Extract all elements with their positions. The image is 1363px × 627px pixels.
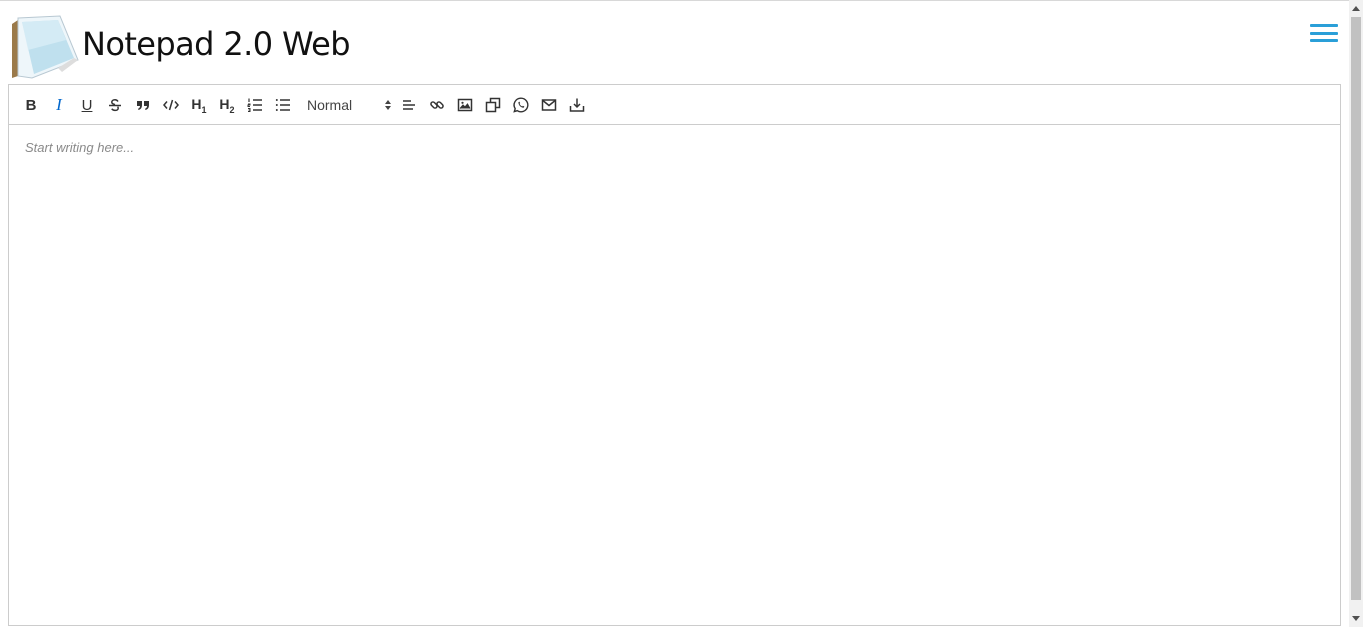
ordered-list-button[interactable] (243, 93, 267, 117)
align-left-icon (403, 100, 415, 110)
scroll-up-arrow-icon[interactable] (1352, 4, 1360, 14)
image-icon (457, 98, 473, 112)
hamburger-menu-icon[interactable] (1310, 24, 1338, 48)
align-button[interactable] (397, 93, 421, 117)
editor-placeholder[interactable]: Start writing here... (25, 140, 134, 155)
link-icon (430, 101, 444, 109)
strikethrough-button[interactable] (103, 93, 127, 117)
link-button[interactable] (425, 93, 449, 117)
whatsapp-icon (513, 97, 529, 113)
rich-text-editor: B I U H1 H2 Normal Start writing here... (8, 84, 1341, 626)
underline-button[interactable]: U (75, 93, 99, 117)
ordered-list-icon (247, 98, 262, 112)
top-border (0, 0, 1349, 1)
heading-1-icon: H1 (191, 95, 207, 115)
app-title: Notepad 2.0 Web (82, 25, 351, 63)
bullet-list-button[interactable] (271, 93, 295, 117)
header: Notepad 2.0 Web (0, 2, 1349, 84)
download-icon (569, 98, 585, 112)
heading-1-button[interactable]: H1 (187, 93, 211, 117)
bold-icon: B (25, 96, 37, 114)
scroll-down-arrow-icon[interactable] (1352, 613, 1360, 623)
code-button[interactable] (159, 93, 183, 117)
editor-toolbar: B I U H1 H2 Normal (9, 85, 1340, 125)
quote-icon (137, 101, 149, 110)
notepad-logo-icon (8, 14, 80, 80)
whatsapp-share-button[interactable] (509, 93, 533, 117)
code-icon (163, 99, 179, 111)
email-button[interactable] (537, 93, 561, 117)
image-button[interactable] (453, 93, 477, 117)
vertical-scrollbar[interactable] (1349, 0, 1363, 627)
italic-button[interactable]: I (47, 93, 71, 117)
bold-button[interactable]: B (19, 93, 43, 117)
scrollbar-thumb[interactable] (1351, 17, 1361, 600)
strikethrough-icon (109, 99, 121, 112)
select-arrows-icon (385, 100, 391, 110)
underline-icon: U (81, 96, 93, 114)
format-select-value: Normal (307, 97, 353, 113)
email-icon (541, 99, 557, 111)
blockquote-button[interactable] (131, 93, 155, 117)
copy-button[interactable] (481, 93, 505, 117)
heading-2-icon: H2 (219, 95, 235, 115)
format-select[interactable]: Normal (301, 95, 393, 117)
italic-icon: I (56, 95, 62, 114)
bullet-list-icon (275, 99, 290, 111)
copy-icon (485, 97, 501, 113)
heading-2-button[interactable]: H2 (215, 93, 239, 117)
download-button[interactable] (565, 93, 589, 117)
